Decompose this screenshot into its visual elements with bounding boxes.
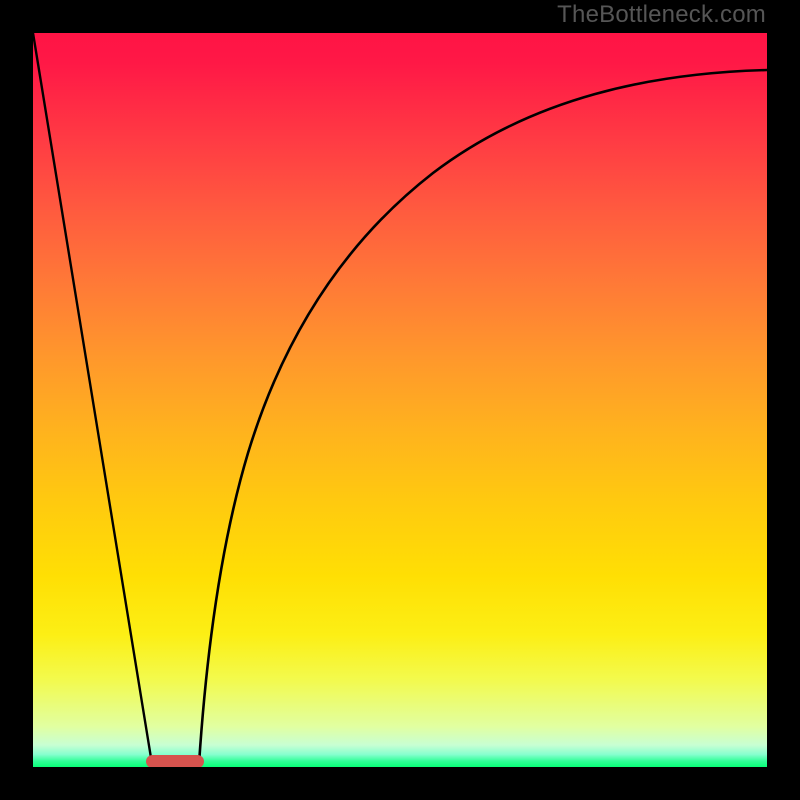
base-marker (146, 755, 204, 767)
left-line (33, 33, 152, 764)
watermark-text: TheBottleneck.com (557, 1, 766, 29)
curve-overlay (33, 33, 767, 767)
plot-area (33, 33, 767, 767)
chart-frame: TheBottleneck.com (0, 0, 800, 800)
right-curve (199, 70, 767, 764)
